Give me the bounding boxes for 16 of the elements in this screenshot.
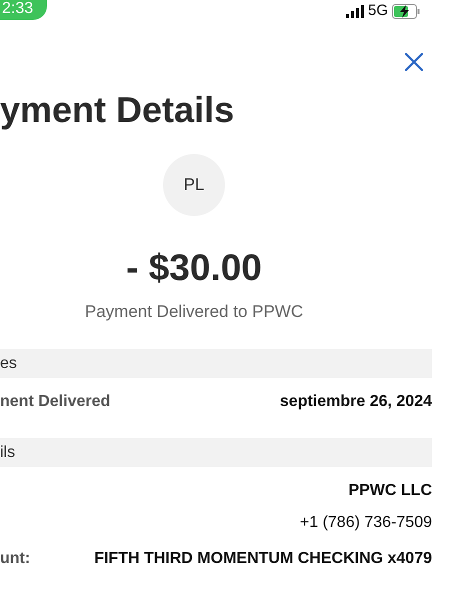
section-header: es [0,348,432,378]
detail-value: FIFTH THIRD MOMENTUM CHECKING x4079 [94,548,432,569]
payment-amount: - $30.00 [126,246,262,290]
detail-value: septiembre 26, 2024 [280,392,432,412]
signal-icon [346,4,364,18]
section-header: ils [0,438,432,467]
detail-label: nent Delivered [0,392,110,412]
avatar-initials: PL [163,154,225,216]
network-type: 5G [368,1,388,21]
detail-value: +1 (786) 736-7509 [300,512,432,533]
clock-time: 2:33 [0,0,48,20]
close-icon[interactable] [404,52,424,72]
detail-value: PPWC LLC [348,480,432,501]
detail-label: unt: [0,548,30,569]
page-title: yment Details [0,90,236,130]
payment-status: Payment Delivered to PPWC [84,301,304,324]
